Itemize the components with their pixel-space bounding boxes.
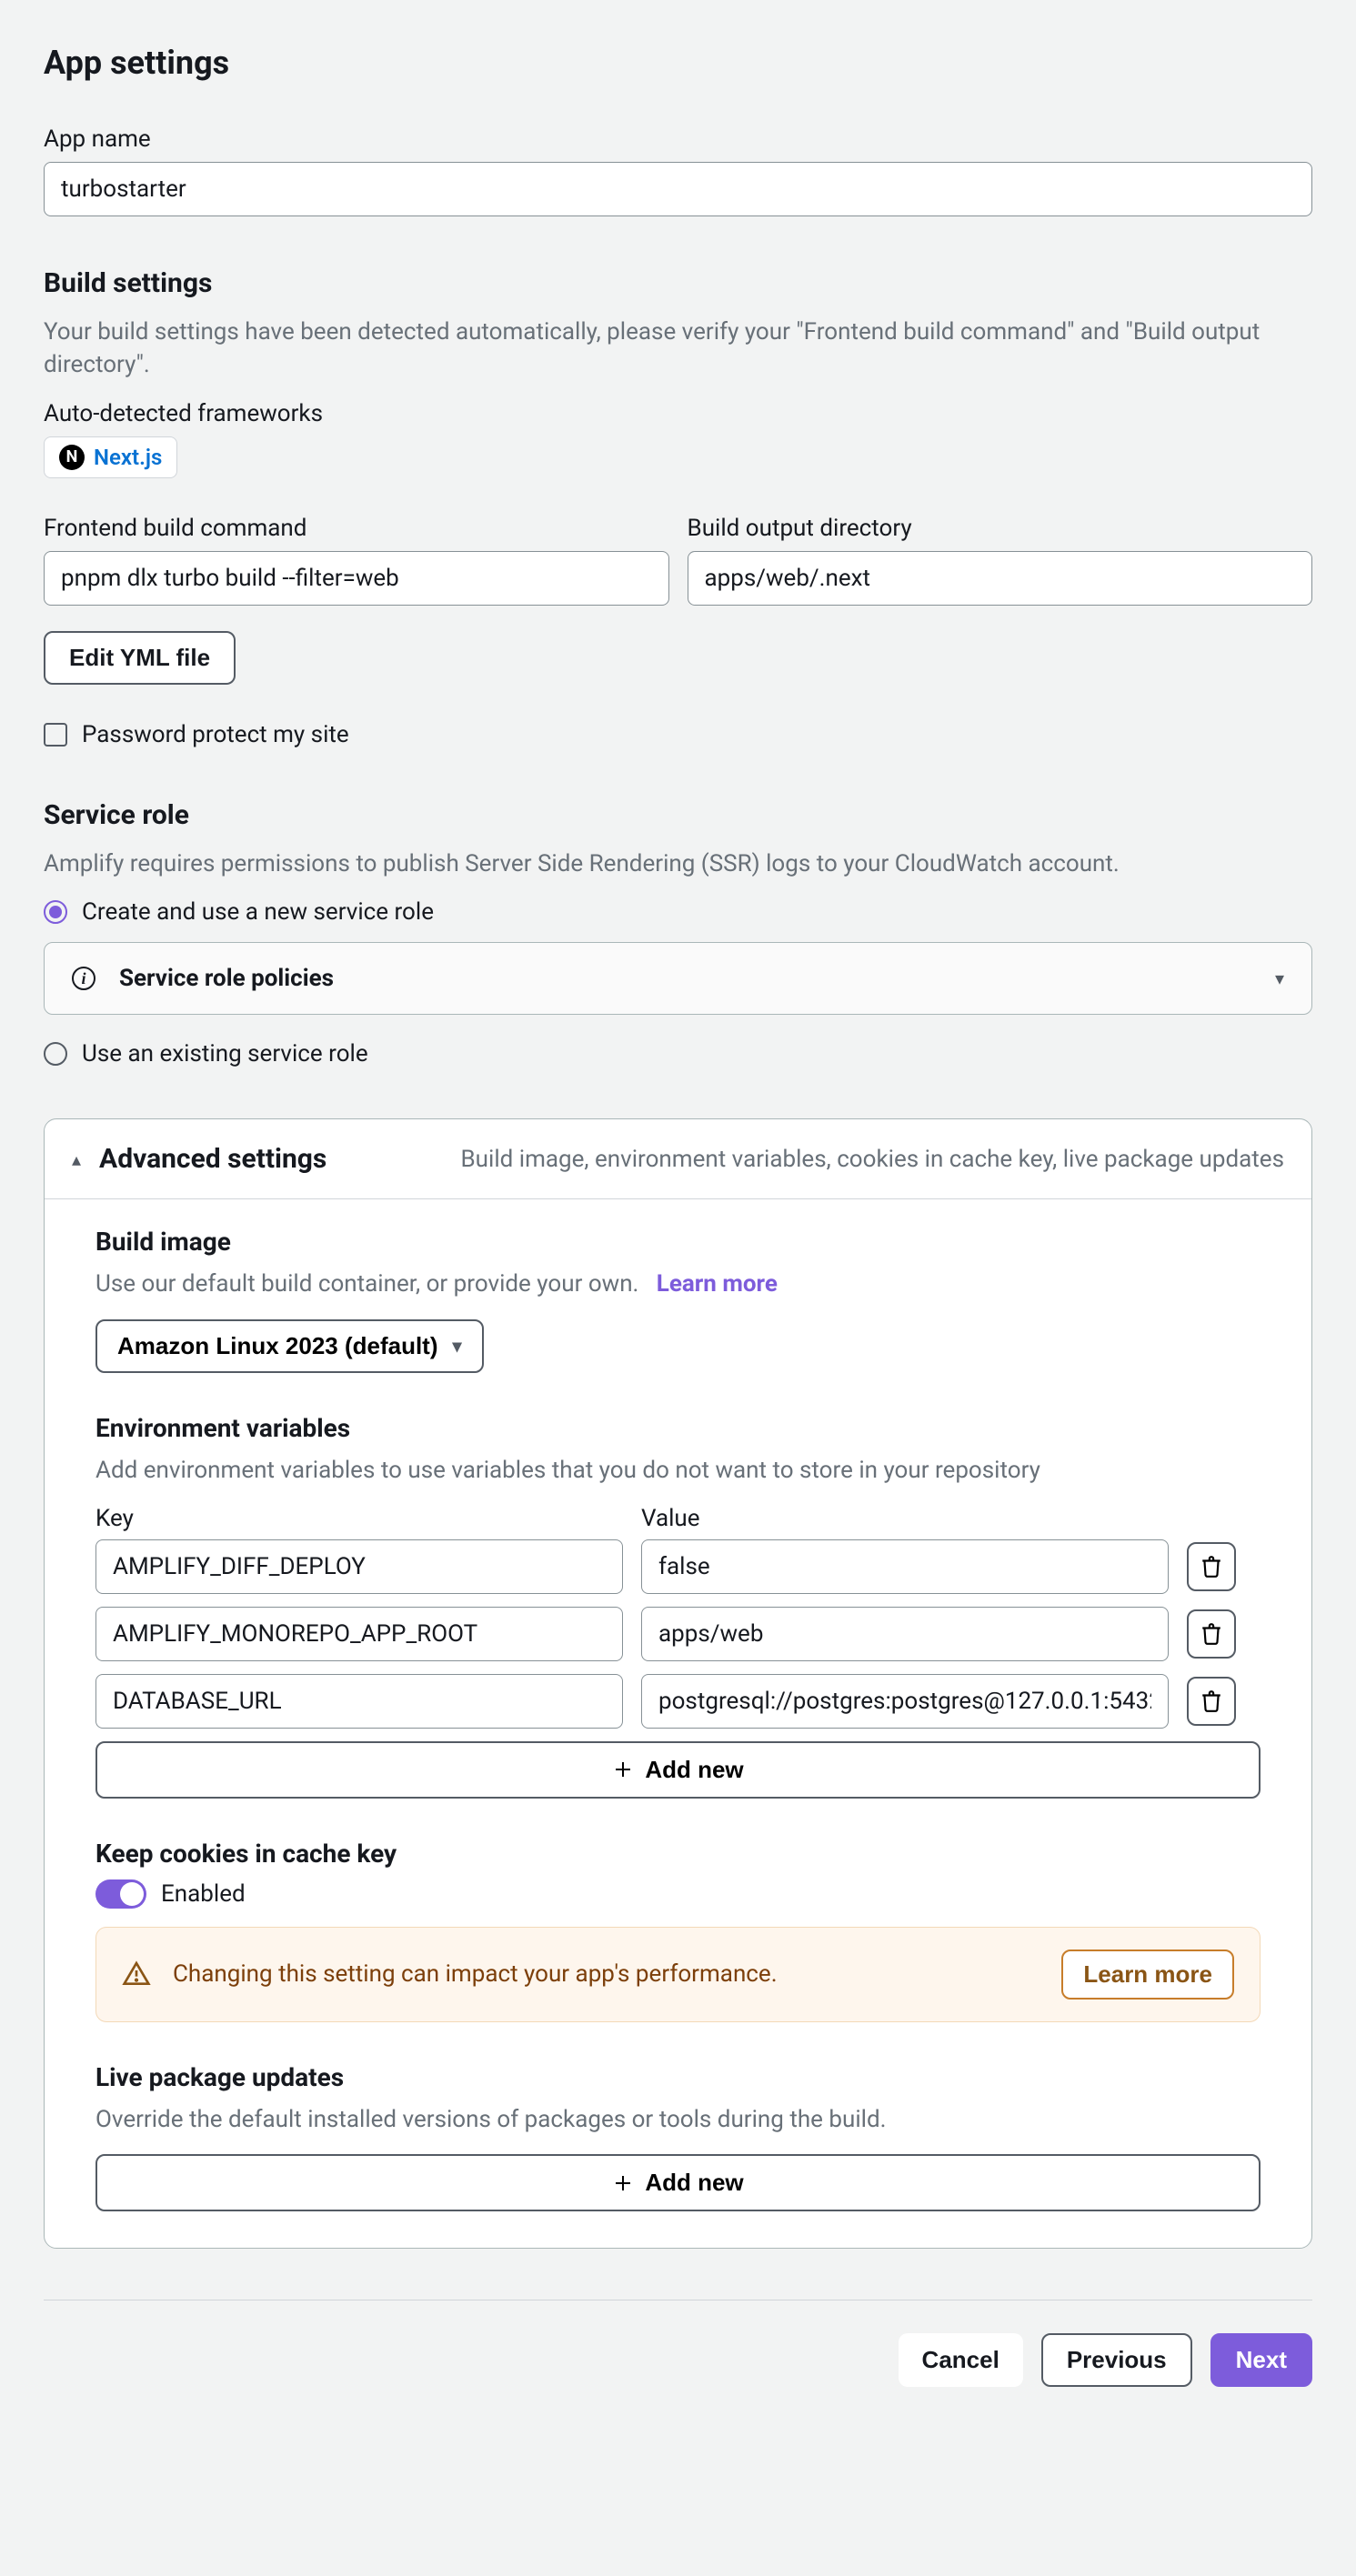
advanced-settings-header[interactable]: ▴ Advanced settings Build image, environ… xyxy=(45,1119,1311,1199)
live-pkg-add-new-button[interactable]: Add new xyxy=(95,2154,1261,2211)
cancel-button[interactable]: Cancel xyxy=(899,2333,1023,2387)
plus-icon xyxy=(612,2172,634,2194)
live-pkg-heading: Live package updates xyxy=(95,2062,1261,2092)
output-dir-label: Build output directory xyxy=(688,515,1313,542)
trash-icon xyxy=(1200,1555,1223,1579)
chevron-up-icon: ▴ xyxy=(72,1148,81,1170)
env-add-new-label: Add new xyxy=(645,1756,743,1784)
warning-icon xyxy=(122,1960,151,1989)
env-delete-button[interactable] xyxy=(1187,1677,1236,1726)
env-add-new-button[interactable]: Add new xyxy=(95,1741,1261,1799)
env-key-input[interactable] xyxy=(95,1674,623,1729)
checkbox-icon xyxy=(44,723,67,747)
live-pkg-add-new-label: Add new xyxy=(645,2169,743,2197)
chevron-down-icon: ▾ xyxy=(1275,967,1284,989)
radio-create-new-label: Create and use a new service role xyxy=(82,898,434,926)
radio-use-existing-label: Use an existing service role xyxy=(82,1040,368,1067)
radio-icon xyxy=(44,1042,67,1066)
service-role-desc: Amplify requires permissions to publish … xyxy=(44,847,1312,880)
env-vars-heading: Environment variables xyxy=(95,1413,1261,1443)
radio-icon xyxy=(44,900,67,924)
cookies-learn-more-button[interactable]: Learn more xyxy=(1061,1950,1234,2000)
trash-icon xyxy=(1200,1622,1223,1646)
previous-button[interactable]: Previous xyxy=(1041,2333,1192,2387)
env-row xyxy=(95,1607,1261,1661)
env-delete-button[interactable] xyxy=(1187,1609,1236,1659)
info-icon: i xyxy=(72,967,95,990)
advanced-settings-heading: Advanced settings xyxy=(99,1143,326,1175)
env-key-header: Key xyxy=(95,1505,623,1532)
frontend-cmd-input[interactable] xyxy=(44,551,669,606)
env-value-input[interactable] xyxy=(641,1539,1169,1594)
build-settings-heading: Build settings xyxy=(44,267,1312,299)
build-image-heading: Build image xyxy=(95,1227,1261,1257)
cookies-toggle-label: Enabled xyxy=(161,1880,246,1908)
service-role-heading: Service role xyxy=(44,799,1312,831)
trash-icon xyxy=(1200,1689,1223,1713)
chevron-down-icon: ▾ xyxy=(453,1335,462,1358)
page-title: App settings xyxy=(44,44,1312,82)
env-value-input[interactable] xyxy=(641,1607,1169,1661)
build-image-learn-more-link[interactable]: Learn more xyxy=(657,1270,778,1298)
advanced-settings-subtitle: Build image, environment variables, cook… xyxy=(460,1146,1284,1173)
build-settings-desc: Your build settings have been detected a… xyxy=(44,316,1312,382)
frameworks-label: Auto-detected frameworks xyxy=(44,400,1312,427)
advanced-settings-card: ▴ Advanced settings Build image, environ… xyxy=(44,1118,1312,2249)
live-pkg-desc: Override the default installed versions … xyxy=(95,2103,1261,2136)
password-protect-label: Password protect my site xyxy=(82,721,349,748)
env-value-input[interactable] xyxy=(641,1674,1169,1729)
cookies-warning-alert: Changing this setting can impact your ap… xyxy=(95,1927,1261,2022)
build-image-select[interactable]: Amazon Linux 2023 (default) ▾ xyxy=(95,1319,484,1373)
env-key-input[interactable] xyxy=(95,1539,623,1594)
next-button[interactable]: Next xyxy=(1210,2333,1312,2387)
cookies-heading: Keep cookies in cache key xyxy=(95,1839,1261,1869)
service-role-policies-panel[interactable]: i Service role policies ▾ xyxy=(44,942,1312,1015)
output-dir-input[interactable] xyxy=(688,551,1313,606)
radio-use-existing-role[interactable]: Use an existing service role xyxy=(44,1040,1312,1067)
build-image-selected: Amazon Linux 2023 (default) xyxy=(117,1332,438,1360)
app-name-label: App name xyxy=(44,125,1312,153)
edit-yml-button[interactable]: Edit YML file xyxy=(44,631,236,685)
env-row xyxy=(95,1539,1261,1594)
env-value-header: Value xyxy=(641,1505,1169,1532)
framework-chip[interactable]: N Next.js xyxy=(44,436,177,478)
env-vars-desc: Add environment variables to use variabl… xyxy=(95,1454,1261,1487)
app-name-input[interactable] xyxy=(44,162,1312,216)
frontend-cmd-label: Frontend build command xyxy=(44,515,669,542)
env-row xyxy=(95,1674,1261,1729)
framework-name: Next.js xyxy=(94,445,162,470)
plus-icon xyxy=(612,1759,634,1780)
env-key-input[interactable] xyxy=(95,1607,623,1661)
cookies-toggle[interactable] xyxy=(95,1879,146,1909)
radio-create-new-role[interactable]: Create and use a new service role xyxy=(44,898,1312,926)
cookies-warning-text: Changing this setting can impact your ap… xyxy=(173,1960,778,1988)
build-image-desc: Use our default build container, or prov… xyxy=(95,1270,638,1298)
service-role-policies-title: Service role policies xyxy=(119,965,334,992)
password-protect-checkbox[interactable]: Password protect my site xyxy=(44,721,1312,748)
env-delete-button[interactable] xyxy=(1187,1542,1236,1591)
nextjs-icon: N xyxy=(59,445,85,470)
